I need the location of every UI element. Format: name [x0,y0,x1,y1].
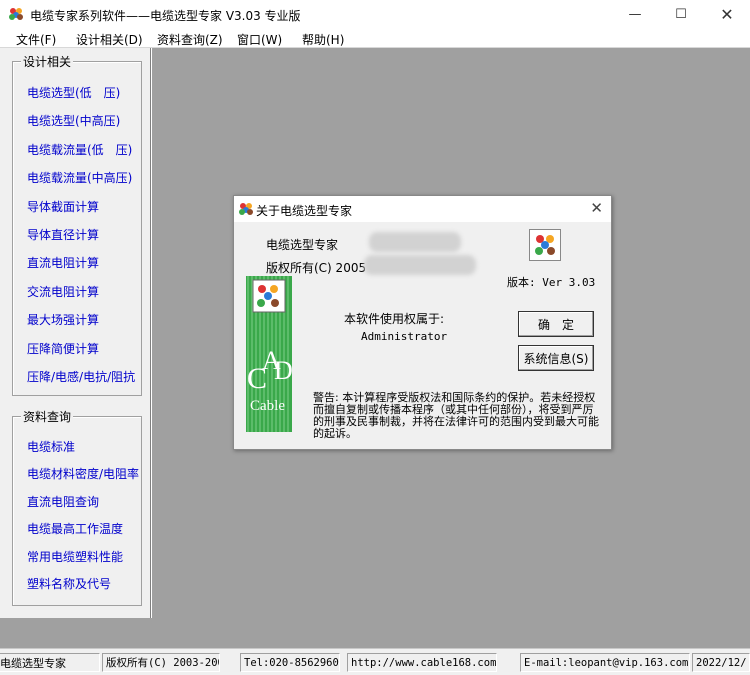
nav-material-density[interactable]: 电缆材料密度/电阻率 [27,465,139,482]
menu-design[interactable]: 设计相关(D) [76,31,143,48]
menu-bar: 文件(F) 设计相关(D) 资料查询(Z) 窗口(W) 帮助(H) [0,28,750,48]
status-email: E-mail:leopant@vip.163.com [520,653,690,672]
nav-plastic-codes[interactable]: 塑料名称及代号 [27,575,111,592]
minimize-icon: — [628,6,642,22]
menu-file[interactable]: 文件(F) [16,31,56,48]
design-group: 设计相关 电缆选型(低 压) 电缆选型(中高压) 电缆载流量(低 压) 电缆载流… [12,53,142,396]
system-info-button[interactable]: 系统信息(S) [518,345,594,371]
nav-max-field[interactable]: 最大场强计算 [27,311,99,328]
data-group-title: 资料查询 [21,408,74,425]
menu-window[interactable]: 窗口(W) [237,31,282,48]
data-group: 资料查询 电缆标准 电缆材料密度/电阻率 直流电阻查询 电缆最高工作温度 常用电… [12,408,142,606]
app-logo-icon [239,203,253,215]
nav-voltage-drop[interactable]: 压降简便计算 [27,340,99,357]
redacted-block [364,255,476,275]
status-copyright: 版权所有(C) 2003-2006 [102,653,220,672]
app-logo-icon [529,229,561,261]
status-date: 2022/12/ [692,653,750,672]
menu-help[interactable]: 帮助(H) [302,31,344,48]
cad-letter-d: D [274,356,292,385]
status-phone: Tel:020-85629608 [240,653,340,672]
nav-ampacity-low[interactable]: 电缆载流量(低 压) [27,141,132,158]
redacted-block [369,232,461,252]
maximize-icon: ☐ [675,6,687,22]
version-text: 版本: Ver 3.03 [507,276,596,289]
about-dialog: 关于电缆选型专家 ✕ 电缆选型专家 版权所有(C) 2005 版本: Ver 3… [233,195,612,450]
copyright-text: 版权所有(C) 2005 [266,261,367,275]
nav-max-temperature[interactable]: 电缆最高工作温度 [27,520,123,537]
cad-banner: C A D Cable [246,276,292,432]
nav-plastic-properties[interactable]: 常用电缆塑料性能 [27,548,123,565]
nav-dc-resistance[interactable]: 直流电阻计算 [27,254,99,271]
dialog-close-icon[interactable]: ✕ [590,199,603,217]
dialog-title-bar: 关于电缆选型专家 ✕ [234,196,611,222]
status-website: http://www.cable168.com [347,653,497,672]
dialog-title: 关于电缆选型专家 [256,204,353,218]
product-name: 电缆选型专家 [266,238,339,252]
window-title: 电缆专家系列软件——电缆选型专家 V3.03 专业版 [30,9,301,23]
app-logo-icon [9,8,23,20]
maximize-button[interactable]: ☐ [658,0,704,28]
copyright-warning: 警告: 本计算程序受版权法和国际条约的保护。若未经授权而擅自复制或传播本程序（或… [313,391,599,440]
nav-cable-standard[interactable]: 电缆标准 [27,438,75,455]
nav-conductor-section[interactable]: 导体截面计算 [27,198,99,215]
side-panel: 设计相关 电缆选型(低 压) 电缆选型(中高压) 电缆载流量(低 压) 电缆载流… [0,48,152,618]
menu-data[interactable]: 资料查询(Z) [157,31,223,48]
licensed-to-label: 本软件使用权属于: [344,312,445,326]
nav-cable-selection-low[interactable]: 电缆选型(低 压) [27,84,120,101]
minimize-button[interactable]: — [612,0,658,28]
nav-dc-resistance-query[interactable]: 直流电阻查询 [27,493,99,510]
ok-button[interactable]: 确 定 [518,311,594,337]
close-button[interactable]: ✕ [704,0,750,28]
nav-cable-selection-high[interactable]: 电缆选型(中高压) [27,112,120,129]
status-app-name: 电缆选型专家 [0,653,100,672]
cad-word: Cable [250,398,285,414]
licensed-to-user: Administrator [361,330,448,343]
nav-ampacity-high[interactable]: 电缆载流量(中高压) [27,169,132,186]
nav-ac-resistance[interactable]: 交流电阻计算 [27,283,99,300]
status-bar: 电缆选型专家 版权所有(C) 2003-2006 Tel:020-8562960… [0,648,750,675]
design-group-title: 设计相关 [21,53,74,70]
nav-impedance[interactable]: 压降/电感/电抗/阻抗 [27,368,135,385]
nav-conductor-diameter[interactable]: 导体直径计算 [27,226,99,243]
title-bar: 电缆专家系列软件——电缆选型专家 V3.03 专业版 — ☐ ✕ [0,0,750,28]
close-icon: ✕ [720,4,734,24]
